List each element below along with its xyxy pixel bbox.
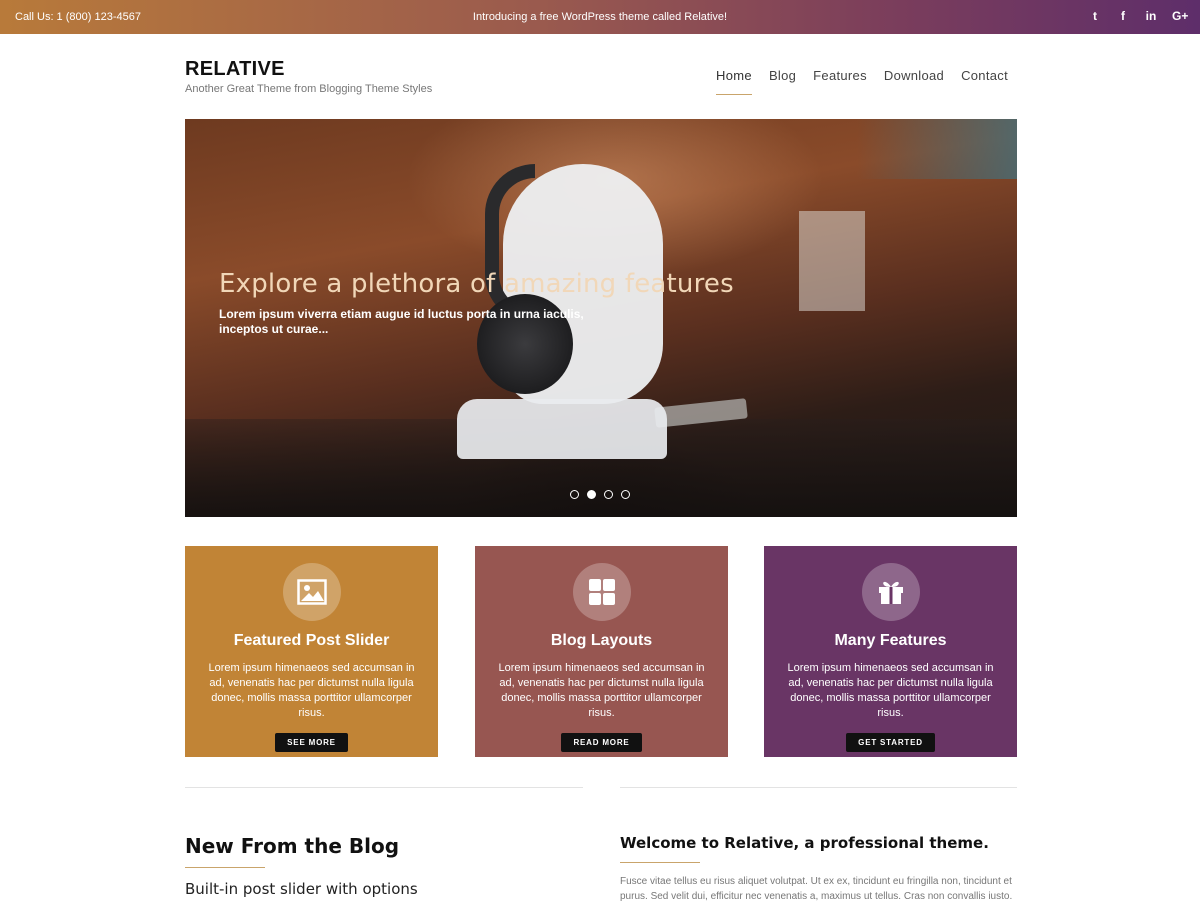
feature-title: Many Features: [834, 632, 947, 649]
welcome-heading: Welcome to Relative, a professional them…: [620, 834, 989, 852]
hero-slider[interactable]: Explore a plethora of amazing features L…: [185, 119, 1017, 517]
feature-title: Featured Post Slider: [233, 632, 390, 649]
blog-heading: New From the Blog: [185, 834, 400, 858]
google-plus-icon[interactable]: G+: [1172, 8, 1188, 24]
hero-bust-base: [457, 399, 667, 459]
site-title[interactable]: RELATIVE: [185, 58, 432, 81]
image-icon: [282, 563, 341, 621]
blog-post-title[interactable]: Built-in post slider with options: [185, 880, 418, 898]
feature-text: Lorem ipsum himenaeos sed accumsan in ad…: [787, 662, 994, 719]
nav-item-features[interactable]: Features: [813, 68, 867, 95]
read-more-button[interactable]: READ MORE: [561, 733, 642, 752]
feature-box-slider: Featured Post Slider Lorem ipsum himenae…: [185, 546, 438, 757]
main-nav: Home Blog Features Download Contact: [716, 68, 1008, 95]
slider-dot-4[interactable]: [621, 490, 630, 499]
get-started-button[interactable]: GET STARTED: [846, 733, 935, 752]
nav-item-home[interactable]: Home: [716, 68, 752, 95]
nav-item-download[interactable]: Download: [884, 68, 944, 95]
hero-window-light: [857, 119, 1017, 179]
welcome-heading-underline: [620, 862, 700, 863]
feature-box-layouts: Blog Layouts Lorem ipsum himenaeos sed a…: [475, 546, 728, 757]
site-branding: RELATIVE Another Great Theme from Bloggi…: [185, 58, 432, 95]
nav-item-blog[interactable]: Blog: [769, 68, 796, 95]
hero-title: Explore a plethora of amazing features: [219, 269, 734, 299]
slider-dots: [570, 490, 630, 499]
slider-dot-2[interactable]: [587, 490, 596, 499]
slider-dot-1[interactable]: [570, 490, 579, 499]
feature-title: Blog Layouts: [550, 632, 653, 649]
section-divider-left: [185, 787, 583, 788]
linkedin-icon[interactable]: in: [1144, 8, 1158, 24]
feature-box-many-features: Many Features Lorem ipsum himenaeos sed …: [764, 546, 1017, 757]
hero-text: Lorem ipsum viverra etiam augue id luctu…: [219, 307, 584, 336]
announcement-text: Introducing a free WordPress theme calle…: [472, 11, 728, 23]
blog-heading-underline: [185, 867, 265, 868]
site-tagline: Another Great Theme from Blogging Theme …: [185, 83, 433, 95]
grid-icon: [572, 563, 631, 621]
nav-item-contact[interactable]: Contact: [961, 68, 1008, 95]
slider-dot-3[interactable]: [604, 490, 613, 499]
feature-text: Lorem ipsum himenaeos sed accumsan in ad…: [498, 662, 705, 719]
section-divider-right: [620, 787, 1017, 788]
feature-text: Lorem ipsum himenaeos sed accumsan in ad…: [208, 662, 415, 719]
see-more-button[interactable]: SEE MORE: [275, 733, 348, 752]
gift-icon: [861, 563, 920, 621]
social-links: t f in G+: [1088, 8, 1188, 24]
twitter-icon[interactable]: t: [1088, 8, 1102, 24]
hero-wall-frame: [799, 211, 865, 311]
top-bar: Call Us: 1 (800) 123-4567 Introducing a …: [0, 0, 1200, 34]
facebook-icon[interactable]: f: [1116, 8, 1130, 24]
